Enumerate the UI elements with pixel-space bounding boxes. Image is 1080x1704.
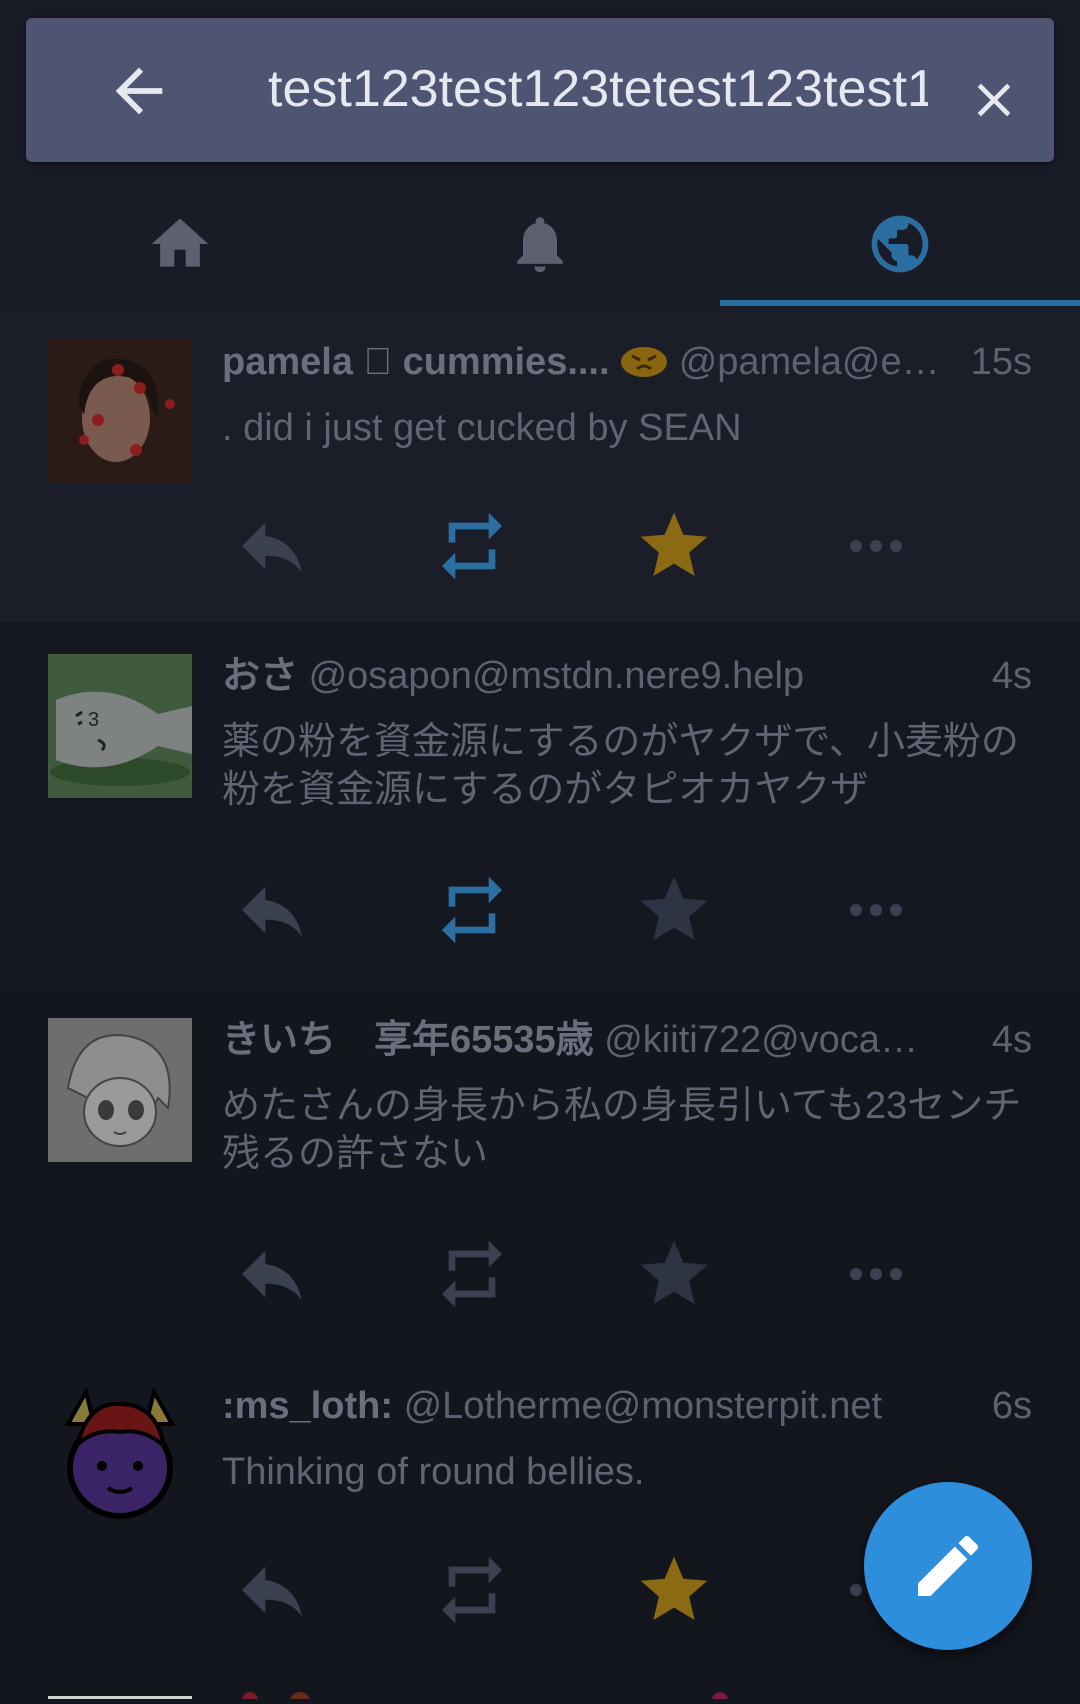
home-icon (151, 218, 209, 267)
reply-icon[interactable] (232, 870, 312, 950)
globe-icon (871, 215, 929, 273)
tab-federated[interactable] (720, 170, 1080, 306)
compose-button[interactable] (864, 1482, 1032, 1650)
top-bar: test123test123tetest123test123 (0, 0, 1080, 306)
avatar[interactable] (48, 1018, 192, 1162)
handle[interactable]: @pamela@e… (679, 341, 940, 383)
timestamp: 6s (983, 1382, 1032, 1430)
arrow-left-icon[interactable] (104, 56, 174, 126)
status-header: pamela ⃞ cummies.... @pamela@e… 15s (222, 338, 1032, 386)
tab-home[interactable] (0, 170, 360, 306)
avatar[interactable] (48, 1384, 192, 1528)
status-actions (0, 1234, 1080, 1314)
search-input[interactable]: test123test123tetest123test123 (268, 46, 928, 132)
next-status-peek (0, 1684, 1080, 1704)
avatar[interactable]: 3 (48, 654, 192, 798)
status-actions (0, 870, 1080, 950)
status-card[interactable]: きいち 享年65535歳 @kiiti722@voca… 4s めたさんの身長か… (0, 986, 1080, 1350)
favourite-icon[interactable] (634, 870, 714, 950)
favourite-icon[interactable] (634, 1550, 714, 1630)
reblog-icon[interactable] (432, 1550, 512, 1630)
close-icon[interactable] (966, 72, 1022, 128)
status-card[interactable]: pamela ⃞ cummies.... @pamela@e… 15s . di… (0, 306, 1080, 622)
svg-text:3: 3 (88, 709, 99, 731)
timestamp: 4s (983, 1016, 1032, 1064)
reblog-icon[interactable] (432, 1234, 512, 1314)
bell-icon (517, 217, 563, 273)
status-header: おさ @osapon@mstdn.nere9.help 4s (222, 652, 1032, 700)
status-header: きいち 享年65535歳 @kiiti722@voca… 4s (222, 1016, 1032, 1064)
display-name[interactable]: きいち 享年65535歳 (222, 1019, 594, 1061)
status-header: :ms_loth: @Lotherme@monsterpit.net 6s (222, 1382, 1032, 1430)
more-icon[interactable] (836, 1234, 916, 1314)
display-name[interactable]: :ms_loth: (222, 1385, 393, 1427)
status-content: 薬の粉を資金源にするのがヤクザで、小麦粉の粉を資金源にするのがタピオカヤクザ (222, 721, 1019, 811)
favourite-icon[interactable] (634, 1234, 714, 1314)
timestamp: 15s (962, 338, 1032, 386)
handle[interactable]: @Lotherme@monsterpit.net (404, 1385, 882, 1427)
more-icon[interactable] (836, 506, 916, 586)
reply-icon[interactable] (232, 506, 312, 586)
status-content: Thinking of round bellies. (222, 1451, 645, 1493)
reblog-icon[interactable] (432, 870, 512, 950)
avatar[interactable] (48, 340, 192, 484)
search-bar[interactable]: test123test123tetest123test123 (26, 18, 1054, 162)
status-content: めたさんの身長から私の身長引いても23センチ残るの許さない (222, 1085, 1022, 1175)
more-icon[interactable] (836, 870, 916, 950)
status-actions (0, 506, 1080, 586)
tab-notifications[interactable] (360, 170, 720, 306)
handle[interactable]: @kiiti722@voca… (604, 1019, 918, 1061)
favourite-icon[interactable] (634, 506, 714, 586)
pencil-icon (918, 1535, 979, 1596)
display-name[interactable]: pamela ⃞ cummies.... (222, 341, 610, 383)
handle[interactable]: @osapon@mstdn.nere9.help (309, 655, 804, 697)
timestamp: 4s (983, 652, 1032, 700)
display-name[interactable]: おさ (222, 655, 298, 697)
reblog-icon[interactable] (432, 506, 512, 586)
status-content: . did i just get cucked by SEAN (222, 407, 742, 449)
status-card[interactable]: 3 おさ @osapon@mstdn.nere9.help 4s 薬の粉を資金源… (0, 622, 1080, 986)
reply-icon[interactable] (232, 1234, 312, 1314)
reply-icon[interactable] (232, 1550, 312, 1630)
angry-emoji-icon (620, 342, 668, 378)
